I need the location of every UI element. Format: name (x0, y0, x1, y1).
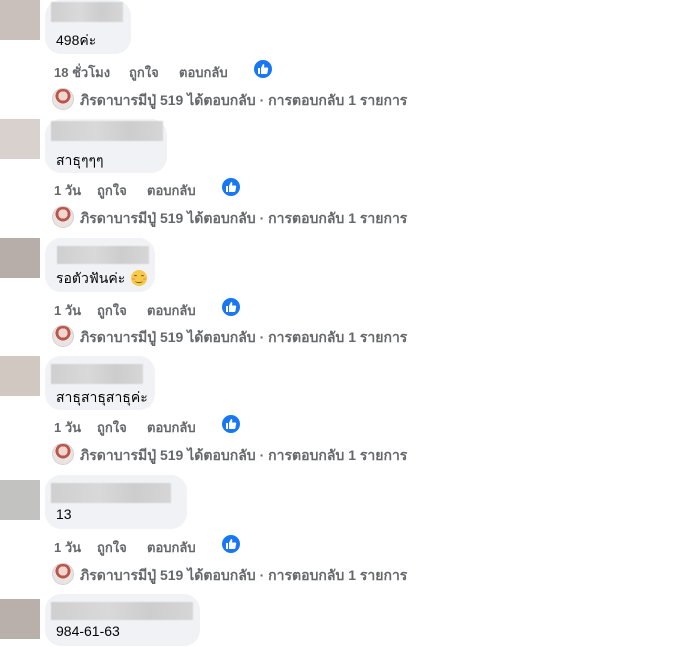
like-reaction-icon[interactable] (222, 535, 240, 553)
comment-text: รอตัวฟันค่ะ (56, 268, 148, 290)
reply-summary-row[interactable]: ภิรดาบารมีปู่ 519 ได้ตอบกลับ · การตอบกลั… (52, 206, 452, 230)
comment-bubble: รอตัวฟันค่ะ (45, 238, 155, 292)
comment-text: 984-61-63 (56, 623, 120, 639)
commenter-name-redacted[interactable] (51, 364, 143, 384)
reply-summary-row[interactable]: ภิรดาบารมีปู่ 519 ได้ตอบกลับ · การตอบกลั… (52, 88, 452, 112)
like-link[interactable]: ถูกใจ (97, 180, 127, 201)
comment-item: สาธุๆๆๆ 1 วัน ถูกใจ ตอบกลับ ภิรดาบารมีปู… (0, 119, 675, 231)
comment-bubble: 984-61-63 (45, 594, 200, 646)
commenter-name-redacted[interactable] (51, 2, 123, 22)
comment-item: 984-61-63 (0, 594, 675, 647)
reply-link[interactable]: ตอบกลับ (147, 537, 196, 558)
commenter-avatar[interactable] (0, 480, 40, 520)
reply-link[interactable]: ตอบกลับ (147, 417, 196, 438)
comment-item: 13 1 วัน ถูกใจ ตอบกลับ ภิรดาบารมีปู่ 519… (0, 475, 675, 587)
reply-summary[interactable]: ภิรดาบารมีปู่ 519 ได้ตอบกลับ · การตอบกลั… (80, 565, 407, 587)
comment-actions: 1 วัน ถูกใจ ตอบกลับ (54, 535, 254, 558)
comment-bubble: สาธุสาธุสาธุค่ะ (45, 356, 155, 410)
comment-text-content: รอตัวฟันค่ะ (56, 270, 126, 286)
like-reaction-icon[interactable] (254, 60, 272, 78)
reply-summary-row[interactable]: ภิรดาบารมีปู่ 519 ได้ตอบกลับ · การตอบกลั… (52, 563, 452, 587)
comment-timestamp[interactable]: 1 วัน (54, 300, 81, 321)
like-link[interactable]: ถูกใจ (97, 300, 127, 321)
replier-avatar (52, 563, 74, 585)
like-reaction-icon[interactable] (222, 415, 240, 433)
like-reaction-icon[interactable] (222, 298, 240, 316)
commenter-name-redacted[interactable] (51, 602, 193, 620)
comment-actions: 1 วัน ถูกใจ ตอบกลับ (54, 178, 254, 201)
reply-summary-row[interactable]: ภิรดาบารมีปู่ 519 ได้ตอบกลับ · การตอบกลั… (52, 443, 452, 467)
comment-item: 498ค่ะ 18 ชั่วโมง ถูกใจ ตอบกลับ ภิรดาบาร… (0, 0, 675, 112)
comment-text: 13 (56, 506, 72, 522)
comment-bubble: 498ค่ะ (45, 0, 131, 54)
reply-summary[interactable]: ภิรดาบารมีปู่ 519 ได้ตอบกลับ · การตอบกลั… (80, 327, 407, 349)
commenter-avatar[interactable] (0, 356, 40, 396)
comment-item: รอตัวฟันค่ะ 1 วัน ถูกใจ ตอบกลับ ภิรดาบาร… (0, 238, 675, 350)
comment-bubble: 13 (45, 475, 187, 529)
comment-actions: 18 ชั่วโมง ถูกใจ ตอบกลับ (54, 60, 284, 83)
comment-timestamp[interactable]: 1 วัน (54, 180, 81, 201)
like-reaction-icon[interactable] (222, 178, 240, 196)
smiling-face-emoji-icon (131, 270, 148, 286)
comment-bubble: สาธุๆๆๆ (45, 119, 167, 173)
replier-avatar (52, 443, 74, 465)
commenter-avatar[interactable] (0, 238, 40, 278)
comment-item: สาธุสาธุสาธุค่ะ 1 วัน ถูกใจ ตอบกลับ ภิรด… (0, 356, 675, 468)
like-link[interactable]: ถูกใจ (129, 62, 159, 83)
comment-timestamp[interactable]: 1 วัน (54, 537, 81, 558)
replier-avatar (52, 206, 74, 228)
reply-summary[interactable]: ภิรดาบารมีปู่ 519 ได้ตอบกลับ · การตอบกลั… (80, 90, 407, 112)
commenter-name-redacted[interactable] (51, 483, 171, 503)
reply-link[interactable]: ตอบกลับ (147, 300, 196, 321)
like-link[interactable]: ถูกใจ (97, 537, 127, 558)
like-link[interactable]: ถูกใจ (97, 417, 127, 438)
comment-text: 498ค่ะ (56, 32, 97, 48)
comment-actions: 1 วัน ถูกใจ ตอบกลับ (54, 298, 254, 321)
comment-timestamp[interactable]: 1 วัน (54, 417, 81, 438)
replier-avatar (52, 325, 74, 347)
commenter-name-redacted[interactable] (51, 121, 163, 141)
comment-text: สาธุสาธุสาธุค่ะ (56, 389, 148, 405)
reply-summary-row[interactable]: ภิรดาบารมีปู่ 519 ได้ตอบกลับ · การตอบกลั… (52, 325, 452, 349)
comment-actions: 1 วัน ถูกใจ ตอบกลับ (54, 415, 254, 438)
reply-summary[interactable]: ภิรดาบารมีปู่ 519 ได้ตอบกลับ · การตอบกลั… (80, 445, 407, 467)
reply-summary[interactable]: ภิรดาบารมีปู่ 519 ได้ตอบกลับ · การตอบกลั… (80, 208, 407, 230)
commenter-avatar[interactable] (0, 599, 40, 639)
reply-link[interactable]: ตอบกลับ (147, 180, 196, 201)
commenter-avatar[interactable] (0, 0, 40, 40)
commenter-avatar[interactable] (0, 119, 40, 159)
comment-timestamp[interactable]: 18 ชั่วโมง (54, 62, 110, 83)
replier-avatar (52, 88, 74, 110)
commenter-name-redacted[interactable] (57, 246, 149, 264)
comment-text: สาธุๆๆๆ (56, 152, 104, 168)
reply-link[interactable]: ตอบกลับ (179, 62, 228, 83)
